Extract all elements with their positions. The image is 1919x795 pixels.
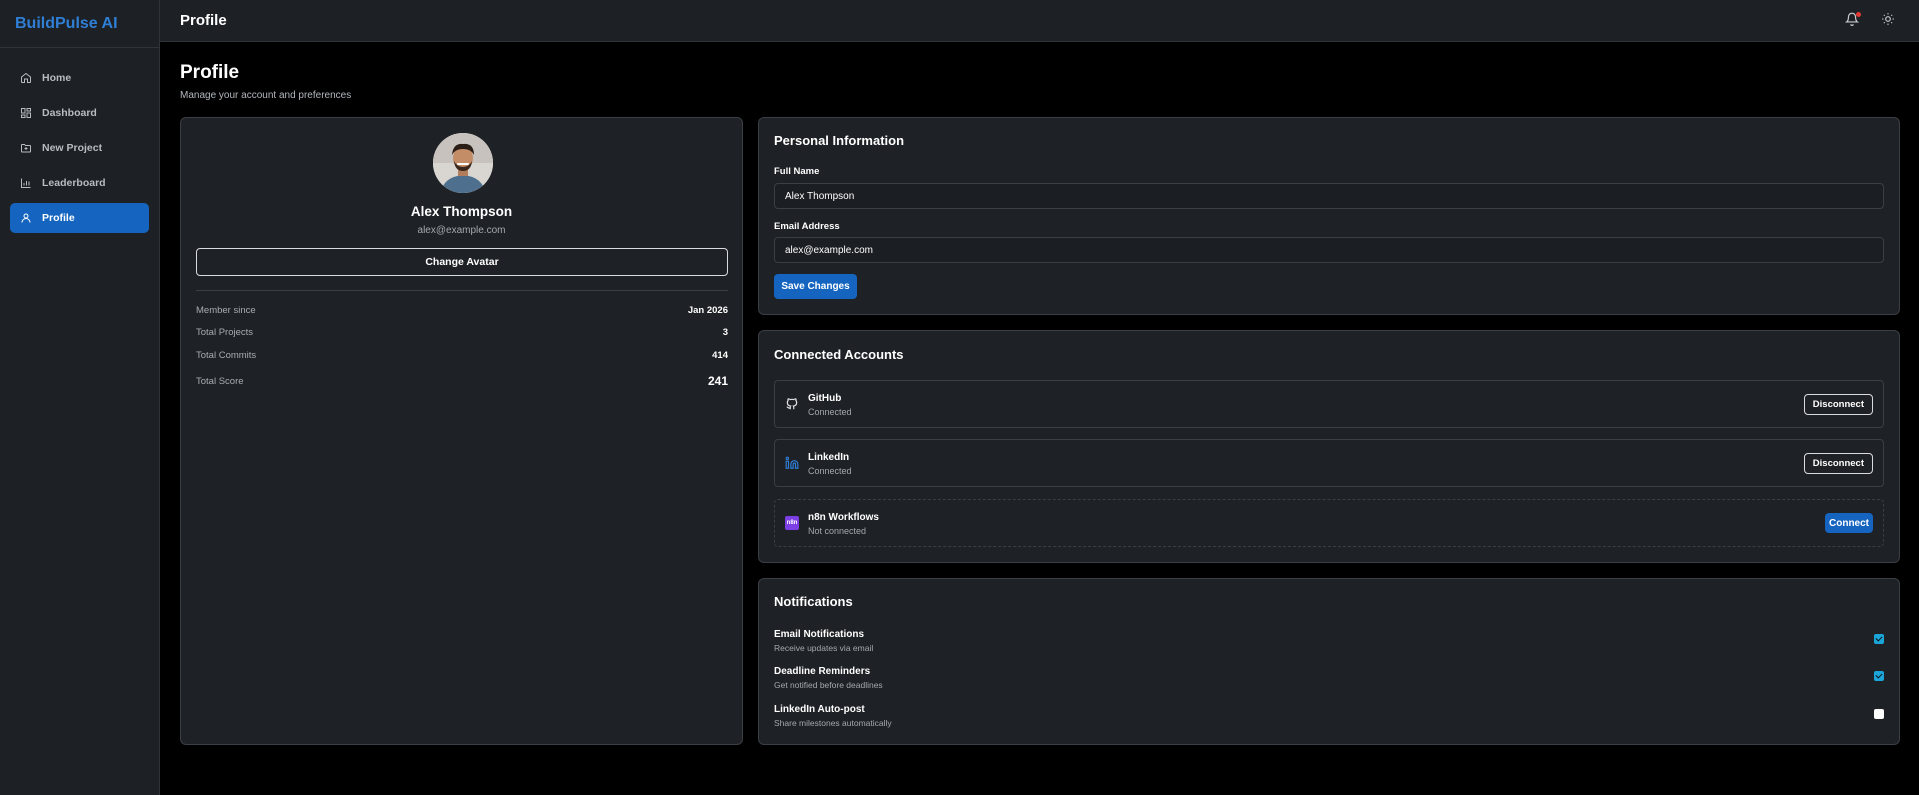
profile-summary-card: Alex Thompson alex@example.com Change Av… [180, 117, 743, 745]
sidebar-item-profile[interactable]: Profile [10, 203, 149, 233]
page-subtitle: Manage your account and preferences [180, 90, 352, 101]
sidebar-item-label: Leaderboard [42, 177, 106, 189]
notifications-button[interactable] [1844, 12, 1861, 28]
sidebar-item-label: Home [42, 72, 72, 84]
n8n-icon: n8n [785, 516, 799, 530]
github-icon [785, 397, 799, 411]
divider [196, 290, 728, 291]
avatar-image [433, 133, 493, 193]
setting-description: Receive updates via email [774, 643, 874, 653]
sidebar-item-label: Dashboard [42, 107, 97, 119]
sidebar-item-label: Profile [42, 212, 75, 224]
top-header: Profile [160, 0, 1919, 42]
avatar [433, 133, 493, 193]
sidebar: BuildPulse AI Home Dashboard New Project… [0, 0, 160, 795]
stat-label: Total Score [196, 375, 244, 387]
setting-title: Email Notifications [774, 629, 865, 640]
profile-name: Alex Thompson [410, 204, 513, 219]
sidebar-item-leaderboard[interactable]: Leaderboard [10, 168, 149, 198]
connect-n8n-button[interactable]: Connect [1825, 513, 1873, 533]
user-icon [21, 213, 31, 223]
app-root: BuildPulse AI Home Dashboard New Project… [0, 0, 1919, 795]
stat-total-projects: Total Projects 3 [196, 327, 728, 338]
card-title: Notifications [774, 594, 853, 609]
setting-title: LinkedIn Auto-post [774, 704, 865, 715]
account-row-github: GitHub Connected Disconnect [774, 380, 1884, 428]
disconnect-linkedin-button[interactable]: Disconnect [1803, 453, 1873, 474]
folder-plus-icon [21, 144, 31, 153]
card-title: Personal Information [774, 133, 905, 148]
notification-badge-dot [1856, 12, 1861, 17]
bar-chart-icon [21, 178, 31, 188]
linkedin-icon [785, 456, 799, 470]
theme-toggle-button[interactable] [1881, 12, 1897, 28]
sidebar-item-new-project[interactable]: New Project [10, 133, 149, 163]
linkedin-autopost-checkbox[interactable] [1874, 709, 1884, 719]
header-actions [1844, 12, 1897, 28]
stat-label: Total Projects [196, 327, 254, 338]
stat-total-commits: Total Commits 414 [196, 350, 728, 361]
account-name: n8n Workflows [808, 512, 879, 523]
stat-value: 414 [712, 350, 728, 361]
sidebar-item-home[interactable]: Home [10, 63, 149, 93]
profile-email: alex@example.com [417, 225, 506, 236]
personal-information-card: Personal Information Full Name Email Add… [758, 117, 1900, 315]
setting-title: Deadline Reminders [774, 666, 871, 677]
card-title: Connected Accounts [774, 347, 904, 362]
account-status: Connected [808, 466, 852, 476]
notifications-card: Notifications Email Notifications Receiv… [758, 578, 1900, 745]
stat-total-score: Total Score 241 [196, 374, 728, 388]
stat-label: Total Commits [196, 350, 257, 361]
change-avatar-button[interactable]: Change Avatar [196, 248, 728, 276]
connected-accounts-card: Connected Accounts GitHub Connected Disc… [758, 330, 1900, 563]
account-name: LinkedIn [808, 452, 850, 463]
header-title: Profile [180, 12, 227, 29]
email-input[interactable] [774, 237, 1884, 263]
full-name-label: Full Name [774, 166, 820, 177]
home-icon [21, 72, 31, 83]
notification-setting-deadline: Deadline Reminders Get notified before d… [774, 666, 1884, 690]
account-status: Not connected [808, 526, 867, 536]
notification-setting-linkedin-autopost: LinkedIn Auto-post Share milestones auto… [774, 704, 1884, 728]
stat-member-since: Member since Jan 2026 [196, 305, 728, 316]
setting-description: Get notified before deadlines [774, 680, 883, 690]
save-changes-button[interactable]: Save Changes [774, 274, 857, 299]
account-row-linkedin: LinkedIn Connected Disconnect [774, 439, 1884, 487]
sidebar-item-label: New Project [42, 142, 103, 154]
dashboard-icon [21, 108, 31, 118]
sun-icon [1882, 13, 1894, 25]
setting-description: Share milestones automatically [774, 718, 892, 728]
stat-value: 241 [707, 374, 728, 388]
email-notifications-checkbox[interactable] [1874, 634, 1884, 644]
deadline-reminders-checkbox[interactable] [1874, 671, 1884, 681]
page-heading: Profile Manage your account and preferen… [180, 62, 351, 101]
account-name: GitHub [808, 393, 842, 404]
account-status: Connected [808, 407, 852, 417]
sidebar-nav: Home Dashboard New Project Leaderboard P… [0, 48, 159, 233]
stat-value: Jan 2026 [687, 305, 728, 316]
brand-logo[interactable]: BuildPulse AI [0, 0, 159, 48]
email-label: Email Address [774, 221, 840, 232]
page-title: Profile [180, 62, 240, 83]
notification-setting-email: Email Notifications Receive updates via … [774, 629, 1884, 653]
disconnect-github-button[interactable]: Disconnect [1803, 394, 1873, 415]
sidebar-item-dashboard[interactable]: Dashboard [10, 98, 149, 128]
stat-label: Member since [196, 305, 256, 316]
stat-value: 3 [722, 327, 728, 338]
full-name-input[interactable] [774, 183, 1884, 209]
account-row-n8n: n8n n8n Workflows Not connected Connect [774, 499, 1884, 547]
